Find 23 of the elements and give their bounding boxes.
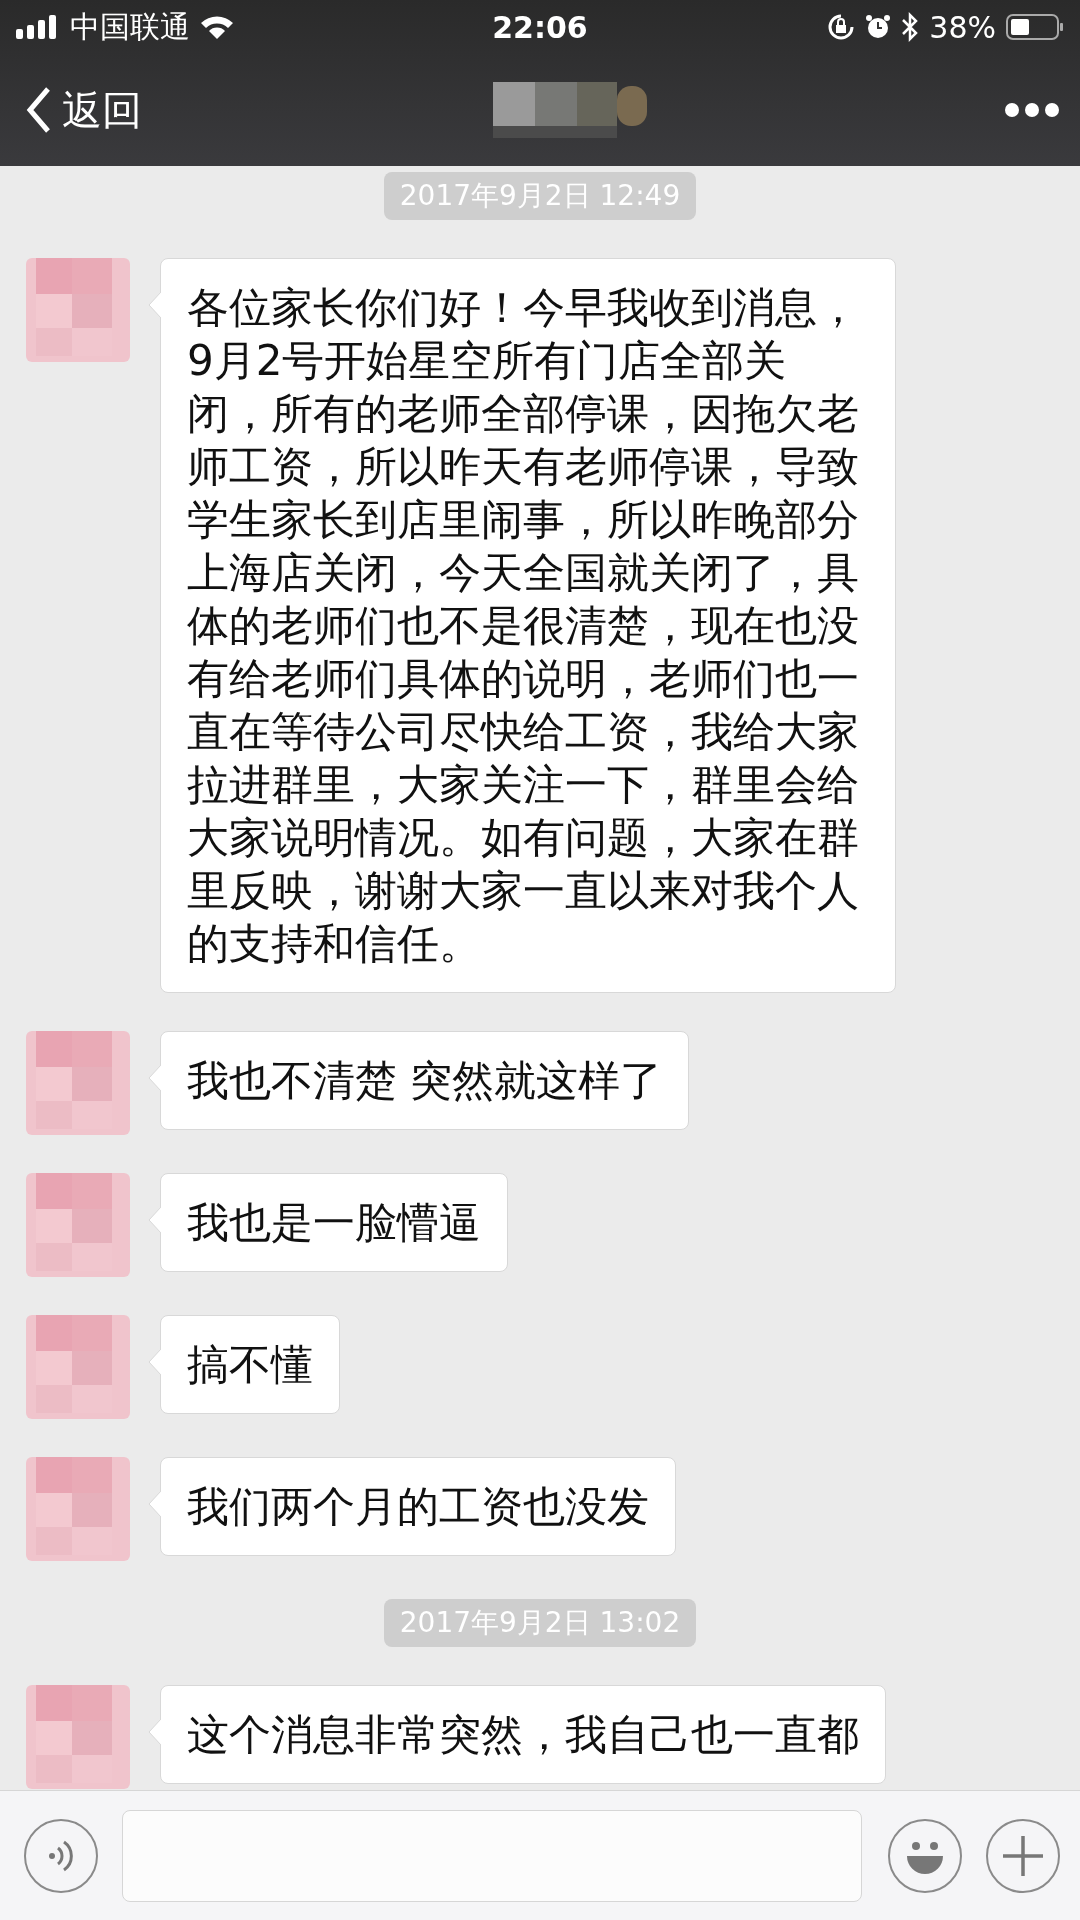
rotation-lock-icon: [827, 13, 856, 41]
chevron-left-icon: [26, 86, 52, 134]
message-bubble: 这个消息非常突然，我自己也一直都: [160, 1685, 886, 1784]
message-bubble: 我也不清楚 突然就这样了: [160, 1031, 690, 1130]
message-bubble: 我也是一脸懵逼: [160, 1173, 508, 1272]
wifi-icon: [200, 14, 234, 40]
voice-button[interactable]: [24, 1818, 98, 1893]
carrier-name: 中国联通: [70, 7, 190, 46]
message-bubble: 我们两个月的工资也没发: [160, 1457, 676, 1556]
battery-percent: 38%: [929, 9, 996, 45]
alarm-icon: [865, 13, 892, 41]
more-button[interactable]: [1004, 102, 1060, 118]
emoji-button[interactable]: [888, 1818, 962, 1893]
message-bubble: 搞不懂: [160, 1315, 340, 1414]
clock-time: 22:06: [492, 9, 588, 45]
more-icon: [1004, 102, 1060, 118]
plus-button[interactable]: [986, 1818, 1060, 1893]
bluetooth-icon: [901, 12, 920, 42]
message-input[interactable]: [122, 1809, 862, 1902]
battery-icon: [1006, 13, 1064, 41]
message-bubble: 各位家长你们好！今早我收到消息，9月2号开始星空所有门店全部关闭，所有的老师全部停课，因拖欠老师工资，所以昨天有老师停课，导致学生家长到店里闹事，所以昨晚部分上海店关闭，今天全国就关闭了，具体的老师们也不是很清楚，现在也没有给老师们具体的说明，老师们也一直在等待公司尽快给工资，我给大家拉进群里，大家关注一下，群里会给大家说明情况。如有问题，大家在群里反映，谢谢大家一直以来对我个人的支持和信任。: [160, 258, 896, 993]
back-button[interactable]: 返回: [26, 82, 142, 138]
plus-icon: [1001, 1833, 1045, 1878]
